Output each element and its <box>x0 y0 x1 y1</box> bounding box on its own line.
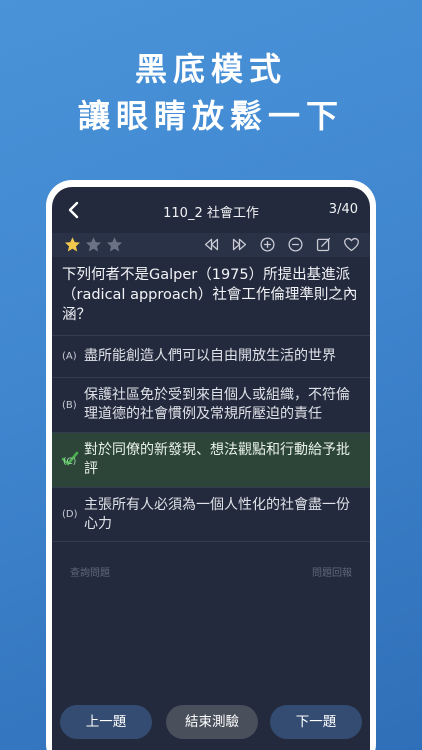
star-empty-icon <box>107 237 122 252</box>
toolbar-actions <box>203 236 360 253</box>
question-progress: 3/40 <box>328 202 358 217</box>
option-text: 主張所有人必須為一個人性化的社會盡一份心力 <box>84 496 350 532</box>
fast-forward-icon[interactable] <box>231 236 248 253</box>
option-d[interactable]: (D) 主張所有人必須為一個人性化的社會盡一份心力 <box>52 487 370 542</box>
option-text: 對於同僚的新發現、想法觀點和行動給予批評 <box>84 442 350 477</box>
prev-question-button[interactable]: 上一題 <box>60 705 152 739</box>
option-b[interactable]: (B) 保護社區免於受到來自個人或組織，不符倫理道德的社會慣例及常規所壓迫的責任 <box>52 377 370 432</box>
headline-line-1: 黑底模式 <box>134 50 287 88</box>
answer-options: (A) 盡所能創造人們可以自由開放生活的世界 (B) 保護社區免於受到來自個人或… <box>52 335 370 542</box>
option-text: 保護社區免於受到來自個人或組織，不符倫理道德的社會慣例及常規所壓迫的責任 <box>84 387 350 422</box>
difficulty-stars <box>64 236 123 253</box>
rewind-icon[interactable] <box>203 236 220 253</box>
app-screen: 110_2 社會工作 3/40 下列何者不是Galper（1975）所提出基進派… <box>52 187 370 750</box>
option-letter: (A) <box>62 351 77 362</box>
edit-note-icon[interactable] <box>315 236 332 253</box>
next-question-button[interactable]: 下一題 <box>270 705 362 739</box>
option-letter: (D) <box>62 509 78 520</box>
footer-links: 查詢問題 問題回報 <box>52 564 370 579</box>
heart-icon[interactable] <box>343 236 360 253</box>
zoom-in-icon[interactable] <box>259 236 276 253</box>
search-question-link[interactable]: 查詢問題 <box>70 564 110 579</box>
question-text: 下列何者不是Galper（1975）所提出基進派（radical approac… <box>62 267 358 323</box>
option-a[interactable]: (A) 盡所能創造人們可以自由開放生活的世界 <box>52 335 370 377</box>
exam-title: 110_2 社會工作 <box>163 206 259 221</box>
headline-line-2: 讓眼睛放鬆一下 <box>77 97 344 135</box>
nav-bar: 110_2 社會工作 3/40 <box>52 187 370 233</box>
question-toolbar <box>52 233 370 257</box>
promo-headline: 黑底模式 讓眼睛放鬆一下 <box>0 46 422 140</box>
end-quiz-button[interactable]: 結束測驗 <box>166 705 258 739</box>
option-letter-c: (C) <box>63 457 76 467</box>
option-letter: (C) <box>61 449 84 472</box>
option-c-correct[interactable]: (C) 對於同僚的新發現、想法觀點和行動給予批評 <box>52 432 370 487</box>
report-question-link[interactable]: 問題回報 <box>312 564 352 579</box>
correct-check-icon: (C) <box>61 451 79 467</box>
star-empty-icon <box>86 237 101 252</box>
option-text: 盡所能創造人們可以自由開放生活的世界 <box>84 348 336 364</box>
zoom-out-icon[interactable] <box>287 236 304 253</box>
star-filled-icon <box>65 237 80 252</box>
option-letter: (B) <box>62 399 77 411</box>
